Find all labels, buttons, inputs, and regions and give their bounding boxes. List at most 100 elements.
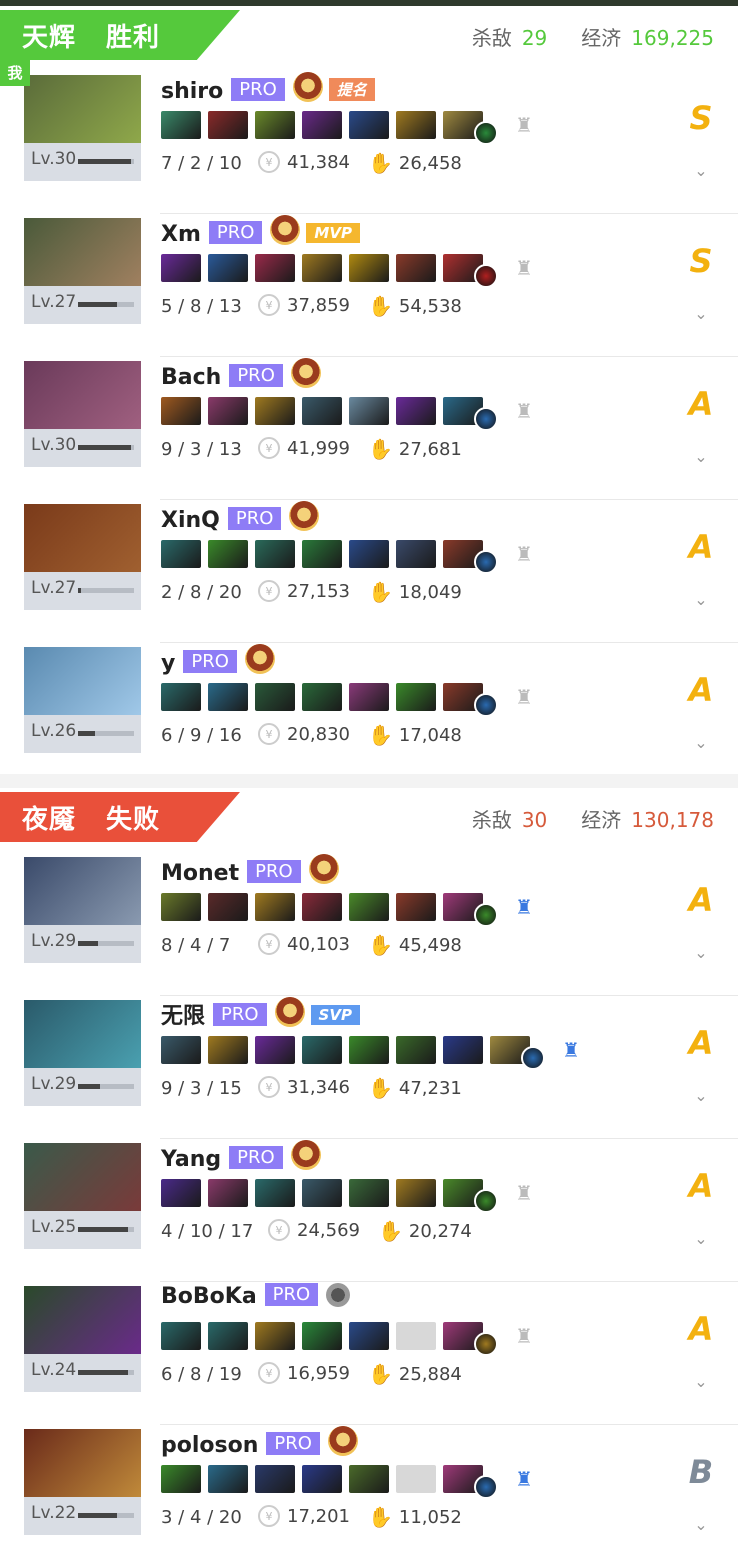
item-icon[interactable]	[161, 683, 201, 711]
player-name[interactable]: BoBoKa	[161, 1284, 257, 1309]
item-icon[interactable]	[302, 1322, 342, 1350]
item-icon[interactable]	[255, 1036, 295, 1064]
item-icon[interactable]	[255, 1179, 295, 1207]
item-icon[interactable]	[255, 1465, 295, 1493]
item-icon[interactable]	[161, 1322, 201, 1350]
player-row[interactable]: Lv.22 poloson PRO ♜ 3 / 4 / 20 ¥17,201 ✋ 11,052…	[0, 1425, 738, 1556]
chevron-down-icon[interactable]: ⌄	[690, 1086, 712, 1108]
item-icon[interactable]	[302, 111, 342, 139]
neutral-item-icon[interactable]	[474, 1189, 498, 1213]
item-icon[interactable]	[255, 397, 295, 425]
chevron-down-icon[interactable]: ⌄	[690, 304, 712, 326]
hero-portrait[interactable]: Lv.26	[24, 647, 141, 753]
item-icon[interactable]	[396, 540, 436, 568]
player-row[interactable]: Lv.30 shiro PRO 提名 ♜ 7 / 2 / 10 ¥41,384 ✋ 26,458…	[0, 71, 738, 214]
player-name[interactable]: y	[161, 651, 175, 676]
item-icon[interactable]	[302, 893, 342, 921]
item-icon[interactable]	[396, 1036, 436, 1064]
hero-portrait[interactable]: Lv.29	[24, 1000, 141, 1106]
item-icon[interactable]	[208, 397, 248, 425]
chevron-down-icon[interactable]: ⌄	[690, 1515, 712, 1537]
item-icon[interactable]	[255, 893, 295, 921]
hero-portrait[interactable]: Lv.27	[24, 218, 141, 324]
item-icon[interactable]	[349, 1036, 389, 1064]
item-icon[interactable]	[161, 1465, 201, 1493]
item-icon[interactable]	[396, 683, 436, 711]
player-name[interactable]: shiro	[161, 79, 223, 104]
player-row[interactable]: Lv.24 BoBoKa PRO ♜ 6 / 8 / 19 ¥16,959 ✋ 25,884 A…	[0, 1282, 738, 1425]
neutral-item-icon[interactable]	[474, 121, 498, 145]
player-name[interactable]: Xm	[161, 222, 201, 247]
item-icon[interactable]	[161, 254, 201, 282]
item-icon[interactable]	[349, 1179, 389, 1207]
item-icon[interactable]	[349, 540, 389, 568]
neutral-item-icon[interactable]	[521, 1046, 545, 1070]
player-row[interactable]: Lv.25 Yang PRO ♜ 4 / 10 / 17 ¥24,569 ✋ 20,274 A ⌄	[0, 1139, 738, 1282]
hero-portrait[interactable]: Lv.27	[24, 504, 141, 610]
item-icon[interactable]	[161, 1179, 201, 1207]
item-icon[interactable]	[208, 540, 248, 568]
item-icon[interactable]	[349, 683, 389, 711]
empty-item-slot[interactable]	[396, 1465, 436, 1493]
item-icon[interactable]	[396, 111, 436, 139]
hero-portrait[interactable]: Lv.25	[24, 1143, 141, 1249]
player-row[interactable]: Lv.27 XinQ PRO ♜ 2 / 8 / 20 ¥27,153 ✋ 18,049 A ⌄	[0, 500, 738, 643]
item-icon[interactable]	[302, 683, 342, 711]
neutral-item-icon[interactable]	[474, 693, 498, 717]
item-icon[interactable]	[161, 893, 201, 921]
item-icon[interactable]	[255, 1322, 295, 1350]
item-icon[interactable]	[396, 254, 436, 282]
hero-portrait[interactable]: Lv.30	[24, 361, 141, 467]
player-row[interactable]: Lv.29 Monet PRO ♜ 8 / 4 / 7 ¥40,103 ✋ 45,498 A ⌄	[0, 853, 738, 996]
hero-portrait[interactable]: Lv.24	[24, 1286, 141, 1392]
item-icon[interactable]	[349, 893, 389, 921]
player-name[interactable]: poloson	[161, 1433, 258, 1458]
player-row[interactable]: Lv.29 无限 PRO SVP ♜ 9 / 3 / 15 ¥31,346 ✋ 47,231 A ⌄	[0, 996, 738, 1139]
item-icon[interactable]	[208, 1322, 248, 1350]
chevron-down-icon[interactable]: ⌄	[690, 1372, 712, 1394]
item-icon[interactable]	[349, 397, 389, 425]
item-icon[interactable]	[349, 1322, 389, 1350]
item-icon[interactable]	[302, 254, 342, 282]
item-icon[interactable]	[302, 1465, 342, 1493]
item-icon[interactable]	[349, 254, 389, 282]
item-icon[interactable]	[443, 1036, 483, 1064]
player-name[interactable]: XinQ	[161, 508, 220, 533]
item-icon[interactable]	[302, 397, 342, 425]
item-icon[interactable]	[208, 111, 248, 139]
player-name[interactable]: Bach	[161, 365, 221, 390]
item-icon[interactable]	[208, 683, 248, 711]
neutral-item-icon[interactable]	[474, 264, 498, 288]
player-row[interactable]: Lv.26 y PRO ♜ 6 / 9 / 16 ¥20,830 ✋ 17,048 A ⌄	[0, 643, 738, 786]
hero-portrait[interactable]: Lv.29	[24, 857, 141, 963]
item-icon[interactable]	[161, 397, 201, 425]
player-row[interactable]: Lv.27 Xm PRO MVP ♜ 5 / 8 / 13 ¥37,859 ✋ 54,538 S ⌄	[0, 214, 738, 357]
item-icon[interactable]	[396, 397, 436, 425]
player-name[interactable]: Monet	[161, 861, 239, 886]
chevron-down-icon[interactable]: ⌄	[690, 943, 712, 965]
item-icon[interactable]	[349, 1465, 389, 1493]
neutral-item-icon[interactable]	[474, 1332, 498, 1356]
neutral-item-icon[interactable]	[474, 1475, 498, 1499]
item-icon[interactable]	[302, 1036, 342, 1064]
neutral-item-icon[interactable]	[474, 903, 498, 927]
item-icon[interactable]	[349, 111, 389, 139]
item-icon[interactable]	[208, 1036, 248, 1064]
chevron-down-icon[interactable]: ⌄	[690, 1229, 712, 1251]
item-icon[interactable]	[208, 893, 248, 921]
item-icon[interactable]	[396, 1179, 436, 1207]
empty-item-slot[interactable]	[396, 1322, 436, 1350]
item-icon[interactable]	[255, 683, 295, 711]
item-icon[interactable]	[208, 254, 248, 282]
player-row[interactable]: Lv.30 Bach PRO ♜ 9 / 3 / 13 ¥41,999 ✋ 27,681 A ⌄	[0, 357, 738, 500]
chevron-down-icon[interactable]: ⌄	[690, 161, 712, 183]
hero-portrait[interactable]: Lv.22	[24, 1429, 141, 1535]
player-name[interactable]: Yang	[161, 1147, 221, 1172]
neutral-item-icon[interactable]	[474, 550, 498, 574]
item-icon[interactable]	[396, 893, 436, 921]
item-icon[interactable]	[255, 540, 295, 568]
item-icon[interactable]	[208, 1179, 248, 1207]
chevron-down-icon[interactable]: ⌄	[690, 590, 712, 612]
item-icon[interactable]	[208, 1465, 248, 1493]
item-icon[interactable]	[161, 540, 201, 568]
